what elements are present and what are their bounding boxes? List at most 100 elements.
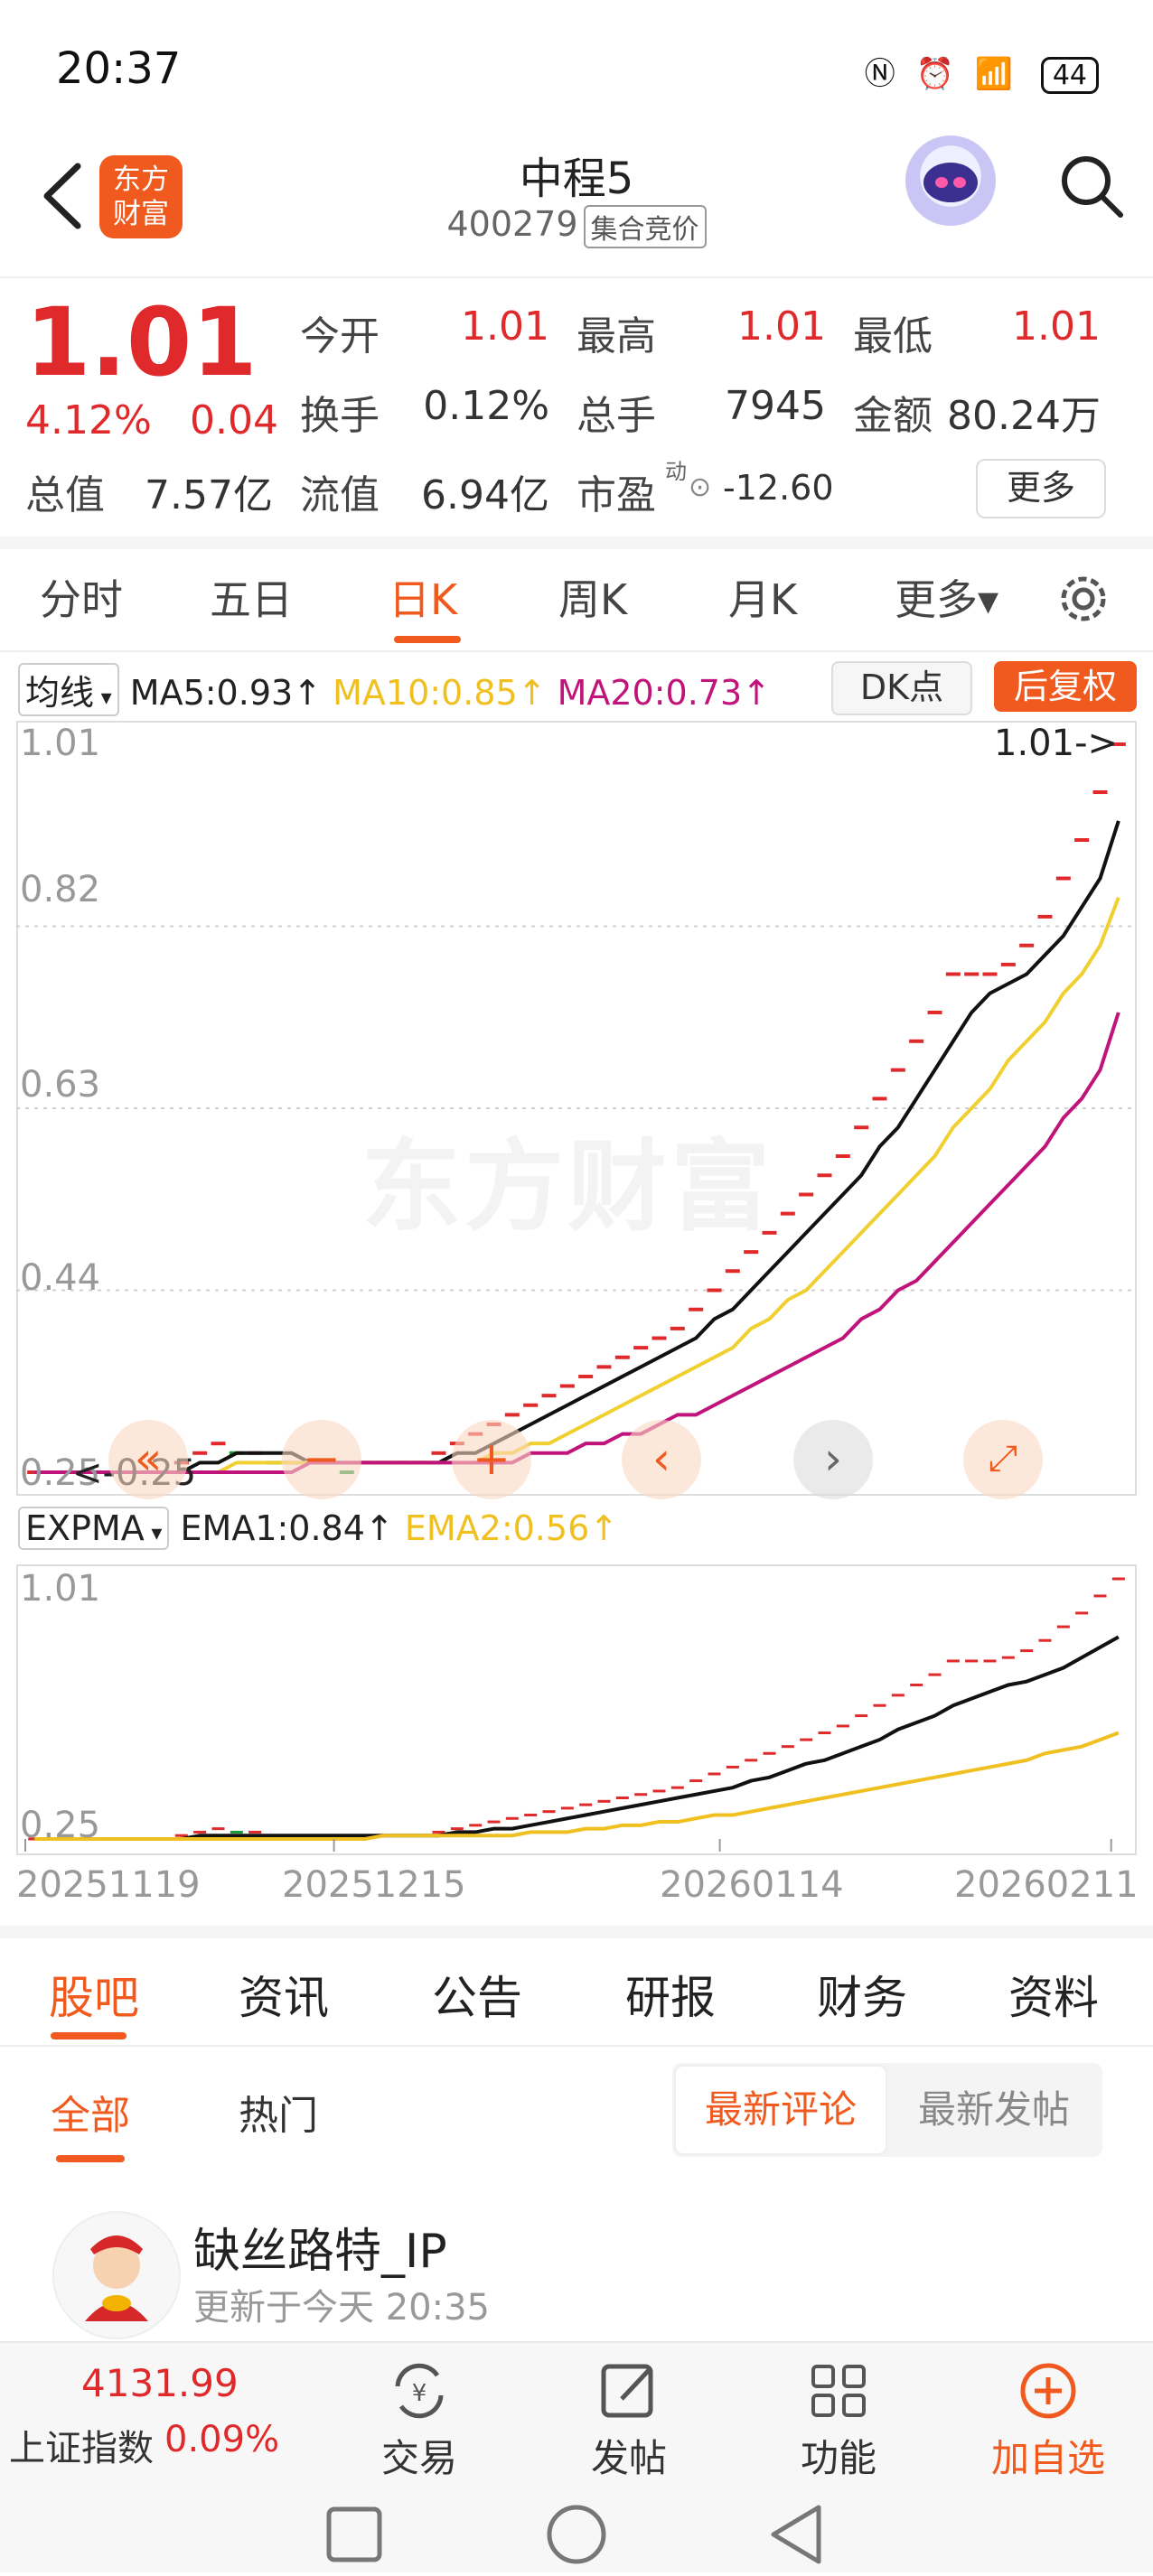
amount-value: 80.24万 [947, 393, 1101, 439]
battery-icon: 44 [1040, 57, 1099, 94]
expma-line-ema2 [34, 1731, 1120, 1841]
ma10-label: MA10:0.85↑ [333, 673, 547, 713]
auction-tag: 集合竞价 [583, 204, 707, 248]
scroll-far-left-button[interactable]: « [108, 1420, 188, 1499]
tab-announcements[interactable]: 公告 [432, 1962, 522, 2027]
high-label: 最高 [576, 313, 656, 359]
tab-news[interactable]: 资讯 [239, 1962, 329, 2027]
last-price-tag: 1.01-> [994, 723, 1119, 764]
header-divider [0, 276, 1153, 278]
recents-icon [326, 2506, 382, 2562]
svg-text:¥: ¥ [412, 2380, 427, 2407]
nav-post[interactable]: 发帖 [566, 2359, 692, 2483]
fullscreen-icon[interactable]: ⤢ [963, 1420, 1043, 1499]
date-label-3: 20260114 [660, 1864, 844, 1906]
adjust-button[interactable]: 后复权 [994, 661, 1137, 712]
ma-line-ma5 [34, 820, 1120, 1474]
nav-add-label: 加自选 [990, 2436, 1105, 2480]
pe-label: 市盈 [576, 472, 656, 518]
zoom-out-button[interactable]: − [282, 1420, 361, 1499]
expma-selector[interactable]: EXPMA ▾ [18, 1507, 170, 1550]
index-name[interactable]: 上证指数 [9, 2419, 154, 2471]
subtab-underline [56, 2155, 125, 2162]
stock-code: 400279 [446, 204, 578, 244]
low-label: 最低 [853, 313, 933, 359]
date-label-2: 20251215 [282, 1864, 466, 1906]
dk-point-button[interactable]: DK点 [831, 661, 972, 715]
change-percent: 4.12% [25, 397, 152, 443]
ma-selector[interactable]: 均线 ▾ [18, 663, 119, 716]
post-author[interactable]: 缺丝路特_IP [193, 2213, 447, 2281]
expma-chart[interactable] [16, 1564, 1137, 1855]
tab-month-k[interactable]: 月K [728, 567, 797, 627]
subtab-all[interactable]: 全部 [51, 2083, 130, 2141]
grid-apps-icon [811, 2365, 866, 2417]
content-tab-underline [51, 2032, 127, 2039]
index-change: 0.09% [164, 2419, 280, 2460]
home-icon [547, 2505, 606, 2564]
alarm-icon: ⏰ [915, 56, 960, 92]
search-icon[interactable] [1055, 150, 1128, 222]
robot-face-icon [923, 163, 978, 202]
kline-chart[interactable] [16, 721, 1137, 1496]
avatar[interactable] [52, 2211, 181, 2339]
status-time: 20:37 [56, 43, 182, 94]
edit-post-icon [601, 2364, 653, 2418]
wifi-icon: 📶 [974, 56, 1018, 92]
back-nav-icon [771, 2505, 821, 2564]
amount-label: 金额 [853, 393, 933, 439]
tab-guba[interactable]: 股吧 [49, 1962, 139, 2027]
tab-intraday[interactable]: 分时 [40, 567, 123, 627]
assistant-robot-icon[interactable] [905, 135, 996, 226]
zoom-in-button[interactable]: + [452, 1420, 531, 1499]
post-time: 更新于今天 20:35 [193, 2287, 490, 2329]
ma-row: 均线 ▾ MA5:0.93↑ MA10:0.85↑ MA20:0.73↑ [18, 663, 771, 716]
scroll-left-button[interactable]: ‹ [622, 1420, 701, 1499]
volume-label: 总手 [576, 393, 656, 439]
expma-selector-label: EXPMA [25, 1508, 145, 1548]
expma-row: EXPMA ▾ EMA1:0.84↑ EMA2:0.56↑ [18, 1507, 618, 1550]
system-nav-bar [0, 2498, 1153, 2572]
pe-info-icon[interactable]: ⊙ [689, 471, 711, 503]
subtab-hot[interactable]: 热门 [239, 2083, 318, 2141]
more-quote-button[interactable]: 更多 [976, 459, 1106, 518]
nav-add-watchlist[interactable]: 加自选 [985, 2359, 1111, 2483]
index-value[interactable]: 4131.99 [81, 2361, 239, 2405]
content-tabs-divider [0, 2045, 1153, 2047]
nav-trade[interactable]: ¥ 交易 [356, 2359, 483, 2483]
tab-finance[interactable]: 财务 [817, 1962, 907, 2027]
mktcap-value: 7.57亿 [145, 472, 273, 518]
sort-latest-comment[interactable]: 最新评论 [674, 2065, 887, 2155]
nav-functions[interactable]: 功能 [775, 2359, 902, 2483]
volume-value: 7945 [725, 383, 826, 429]
nfc-icon: Ⓝ [864, 56, 901, 92]
expma-y-label-min: 0.25 [20, 1805, 101, 1846]
tab-week-k[interactable]: 周K [558, 567, 627, 627]
scroll-right-button[interactable]: › [793, 1420, 873, 1499]
ma5-label: MA5:0.93↑ [129, 673, 323, 713]
chart-divider [0, 1926, 1153, 1938]
current-price: 1.01 [25, 287, 258, 397]
kline-y-label-3: 0.63 [20, 1064, 101, 1106]
trade-icon: ¥ [395, 2363, 444, 2419]
ma-selector-label: 均线 [25, 673, 95, 713]
tab-day-k[interactable]: 日K [389, 567, 457, 627]
nav-post-label: 发帖 [590, 2436, 667, 2480]
kline-y-label-4: 0.44 [20, 1257, 101, 1299]
tab-research[interactable]: 研报 [625, 1962, 716, 2027]
open-value: 1.01 [461, 303, 549, 350]
tab-more[interactable]: 更多▾ [895, 567, 998, 627]
float-label: 流值 [300, 472, 380, 518]
sort-latest-post[interactable]: 最新发帖 [887, 2065, 1101, 2155]
tab-five-day[interactable]: 五日 [210, 567, 293, 627]
tabs-divider [0, 650, 1153, 652]
turnover-value: 0.12% [423, 383, 549, 429]
date-label-4: 20260211 [954, 1864, 1139, 1906]
settings-gear-icon[interactable] [1054, 569, 1113, 629]
tab-profile[interactable]: 资料 [1008, 1962, 1099, 2027]
kline-y-label-max: 1.01 [20, 723, 101, 764]
pe-superscript: 动 [665, 459, 687, 484]
avatar-image [85, 2235, 148, 2321]
add-circle-icon [1020, 2363, 1076, 2419]
date-label-1: 20251119 [16, 1864, 201, 1906]
